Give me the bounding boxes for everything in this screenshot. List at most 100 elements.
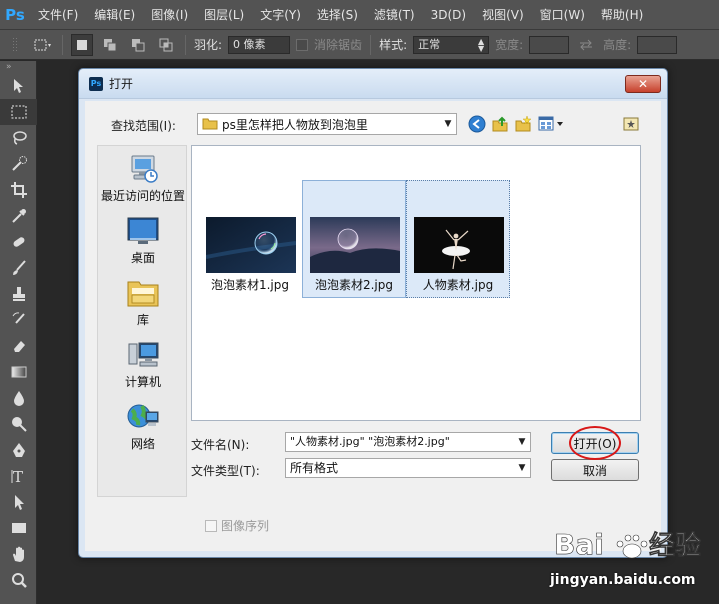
height-input[interactable] (637, 35, 678, 54)
look-in-combobox[interactable]: ps里怎样把人物放到泡泡里 ▼ (197, 113, 457, 135)
tools-panel: » T (0, 61, 37, 604)
place-libraries[interactable]: 库 (98, 278, 188, 328)
feather-input[interactable]: 0 像素 (228, 35, 291, 54)
menu-image[interactable]: 图像(I) (143, 0, 196, 30)
menu-help[interactable]: 帮助(H) (593, 0, 651, 30)
path-selection-tool-icon[interactable] (0, 489, 37, 515)
swap-icon[interactable] (575, 34, 597, 56)
place-network[interactable]: 网络 (98, 402, 188, 452)
view-menu-icon (538, 116, 563, 131)
svg-text:Bai: Bai (554, 528, 604, 561)
recent-places-icon (126, 154, 160, 184)
baidu-jingyan-watermark: Bai 经验 jingyan.baidu.com (548, 522, 716, 600)
dodge-tool-icon[interactable] (0, 411, 37, 437)
menu-select[interactable]: 选择(S) (309, 0, 366, 30)
cancel-button[interactable]: 取消 (551, 459, 639, 481)
look-in-value: ps里怎样把人物放到泡泡里 (222, 117, 368, 132)
history-brush-tool-icon[interactable] (0, 307, 37, 333)
place-desktop[interactable]: 桌面 (98, 216, 188, 266)
svg-text:T: T (13, 468, 23, 485)
watermark-url: jingyan.baidu.com (550, 572, 696, 588)
file-name-value: "人物素材.jpg" "泡泡素材2.jpg" (290, 435, 450, 448)
subtract-selection-icon[interactable] (127, 34, 149, 56)
add-selection-icon[interactable] (99, 34, 121, 56)
places-bar: 最近访问的位置 桌面 库 计算机 网络 (97, 145, 187, 497)
view-menu-button[interactable] (537, 114, 567, 134)
pen-tool-icon[interactable] (0, 437, 37, 463)
style-select[interactable]: 正常 ▲ ▼ (413, 35, 490, 54)
image-sequence-label: 图像序列 (221, 519, 270, 533)
place-label: 网络 (130, 437, 155, 451)
new-folder-button[interactable] (513, 114, 533, 134)
photoshop-icon: Ps (89, 76, 103, 91)
quick-selection-tool-icon[interactable] (0, 151, 37, 177)
gradient-tool-icon[interactable] (0, 359, 37, 385)
baidu-jingyan-logo: Bai 经验 (554, 528, 702, 562)
menu-edit[interactable]: 编辑(E) (86, 0, 143, 30)
bubble-thumbnail-2 (310, 217, 400, 273)
feather-label: 羽化: (194, 38, 223, 52)
up-folder-button[interactable] (490, 114, 510, 134)
rect-marquee-preset-icon[interactable] (32, 34, 54, 56)
file-item-selected[interactable]: 泡泡素材2.jpg (302, 180, 406, 298)
file-name-input[interactable]: "人物素材.jpg" "泡泡素材2.jpg" ▼ (285, 432, 531, 452)
place-label: 计算机 (124, 375, 161, 389)
ballerina-thumbnail (414, 217, 504, 273)
move-tool-icon[interactable] (0, 73, 37, 99)
zoom-tool-icon[interactable] (0, 567, 37, 593)
file-type-select[interactable]: 所有格式 ▼ (285, 458, 531, 478)
menu-type[interactable]: 文字(Y) (252, 0, 309, 30)
ps-logo: Ps (5, 5, 25, 24)
place-recent[interactable]: 最近访问的位置 (98, 154, 188, 204)
options-bar: 羽化: 0 像素 消除锯齿 样式: 正常 ▲ ▼ 宽度: 高度: (0, 30, 719, 60)
file-name-label: 文件名(N): (191, 438, 250, 452)
lasso-tool-icon[interactable] (0, 125, 37, 151)
file-list: 泡泡素材1.jpg 泡泡素材2.jpg 人物素材.jpg (191, 145, 641, 421)
panel-collapse-icon[interactable]: » (0, 61, 36, 73)
blur-tool-icon[interactable] (0, 385, 37, 411)
intersect-selection-icon[interactable] (155, 34, 177, 56)
width-input[interactable] (529, 35, 570, 54)
file-item-selected[interactable]: 人物素材.jpg (406, 180, 510, 298)
width-label: 宽度: (495, 38, 524, 52)
file-item[interactable]: 泡泡素材1.jpg (198, 180, 302, 298)
crop-tool-icon[interactable] (0, 177, 37, 203)
network-icon (126, 402, 160, 432)
highlight-circle (569, 426, 621, 460)
look-in-label: 查找范围(I): (111, 119, 176, 133)
place-label: 桌面 (130, 251, 155, 265)
menu-filter[interactable]: 滤镜(T) (366, 0, 423, 30)
menu-window[interactable]: 窗口(W) (532, 0, 593, 30)
menu-layer[interactable]: 图层(L) (196, 0, 252, 30)
close-button[interactable]: ✕ (625, 75, 661, 93)
menu-view[interactable]: 视图(V) (474, 0, 532, 30)
brush-tool-icon[interactable] (0, 255, 37, 281)
back-button[interactable] (467, 114, 487, 134)
clone-stamp-tool-icon[interactable] (0, 281, 37, 307)
rect-marquee-tool-icon[interactable] (0, 99, 37, 125)
antialias-label: 消除锯齿 (314, 38, 363, 52)
height-label: 高度: (603, 38, 632, 52)
open-dialog: Ps 打开 ✕ 查找范围(I): ps里怎样把人物放到泡泡里 ▼ 最近访问的位置… (78, 68, 668, 558)
healing-brush-tool-icon[interactable] (0, 229, 37, 255)
favorite-folder-button[interactable] (621, 114, 641, 134)
dropdown-arrow-icon: ▼ (444, 119, 452, 129)
antialias-checkbox[interactable] (296, 38, 309, 51)
eraser-tool-icon[interactable] (0, 333, 37, 359)
dialog-title: 打开 (109, 77, 134, 91)
menu-file[interactable]: 文件(F) (30, 0, 86, 30)
place-computer[interactable]: 计算机 (98, 340, 188, 390)
new-selection-icon[interactable] (71, 33, 93, 56)
updown-arrow-icon: ▲ ▼ (477, 36, 485, 53)
type-tool-icon[interactable]: T (0, 463, 37, 489)
rectangle-tool-icon[interactable] (0, 515, 37, 541)
hand-tool-icon[interactable] (0, 541, 37, 567)
libraries-icon (126, 278, 160, 308)
menu-3d[interactable]: 3D(D) (423, 0, 474, 30)
dropdown-arrow-icon[interactable]: ▼ (514, 433, 530, 451)
divider (185, 34, 186, 55)
dialog-titlebar[interactable]: Ps 打开 (79, 69, 667, 99)
up-folder-icon (492, 116, 508, 132)
eyedropper-tool-icon[interactable] (0, 203, 37, 229)
image-sequence-checkbox[interactable] (205, 519, 217, 532)
